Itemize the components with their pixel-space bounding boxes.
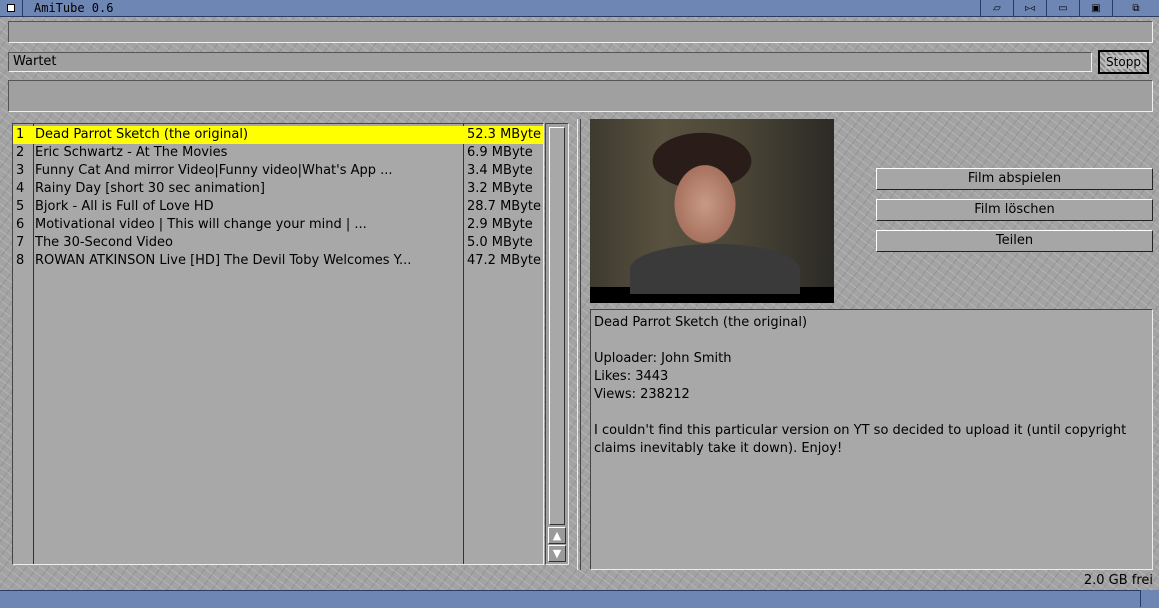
details-views: Views: 238212 bbox=[594, 387, 690, 402]
video-title: Eric Schwartz - At The Movies bbox=[35, 145, 228, 160]
video-number: 4 bbox=[16, 181, 25, 196]
delete-button[interactable]: Film löschen bbox=[876, 199, 1153, 221]
window-title: AmiTube 0.6 bbox=[34, 1, 114, 15]
video-size: 5.0 MByte bbox=[467, 235, 533, 250]
video-row-selected[interactable]: 1 Dead Parrot Sketch (the original) 52.3… bbox=[13, 126, 543, 144]
video-number: 5 bbox=[16, 199, 25, 214]
video-title: Motivational video | This will change yo… bbox=[35, 217, 367, 232]
video-title: Bjork - All is Full of Love HD bbox=[35, 199, 214, 214]
video-number: 6 bbox=[16, 217, 25, 232]
details-uploader: Uploader: John Smith bbox=[594, 351, 732, 366]
video-size: 6.9 MByte bbox=[467, 145, 533, 160]
video-row[interactable]: 4 Rainy Day [short 30 sec animation] 3.2… bbox=[13, 180, 543, 198]
video-row[interactable]: 5 Bjork - All is Full of Love HD 28.7 MB… bbox=[13, 198, 543, 216]
video-list[interactable]: 1 Dead Parrot Sketch (the original) 52.3… bbox=[12, 123, 544, 565]
video-title: ROWAN ATKINSON Live [HD] The Devil Toby … bbox=[35, 253, 412, 268]
window-titlebar[interactable]: AmiTube 0.6 ▱ ▹◃ ▭ ▣ ⧉ bbox=[0, 0, 1159, 17]
video-title: The 30-Second Video bbox=[35, 235, 173, 250]
resize-icon[interactable] bbox=[1140, 590, 1159, 607]
progress-bar bbox=[8, 80, 1153, 112]
details-likes: Likes: 3443 bbox=[594, 369, 669, 384]
share-button[interactable]: Teilen bbox=[876, 230, 1153, 252]
depth-icon[interactable]: ⧉ bbox=[1112, 0, 1159, 16]
video-number: 7 bbox=[16, 235, 25, 250]
video-title: Dead Parrot Sketch (the original) bbox=[35, 127, 249, 142]
scroll-up-icon[interactable]: ▲ bbox=[548, 527, 566, 544]
url-input[interactable] bbox=[8, 21, 1153, 43]
video-thumbnail bbox=[590, 119, 834, 303]
video-title: Funny Cat And mirror Video|Funny video|W… bbox=[35, 163, 393, 178]
zoom-icon[interactable]: ▭ bbox=[1046, 0, 1079, 16]
video-row[interactable]: 7 The 30-Second Video 5.0 MByte bbox=[13, 234, 543, 252]
iconify-icon[interactable]: ▹◃ bbox=[1013, 0, 1046, 16]
stop-button-label: Stopp bbox=[1105, 55, 1142, 69]
video-size: 3.2 MByte bbox=[467, 181, 533, 196]
video-size: 52.3 MByte bbox=[467, 127, 542, 142]
video-number: 1 bbox=[16, 127, 25, 142]
video-title: Rainy Day [short 30 sec animation] bbox=[35, 181, 265, 196]
video-number: 8 bbox=[16, 253, 25, 268]
details-description: I couldn't find this particular version … bbox=[594, 423, 1127, 456]
scroll-down-icon[interactable]: ▼ bbox=[548, 545, 566, 562]
free-space-label: 2.0 GB frei bbox=[1083, 573, 1153, 588]
thumbnail-image-detail bbox=[630, 244, 800, 294]
status-field: Wartet bbox=[8, 52, 1092, 72]
status-text: Wartet bbox=[13, 54, 57, 69]
play-button[interactable]: Film abspielen bbox=[876, 168, 1153, 190]
window-bottom-border bbox=[0, 590, 1159, 608]
video-row[interactable]: 6 Motivational video | This will change … bbox=[13, 216, 543, 234]
video-size: 28.7 MByte bbox=[467, 199, 542, 214]
stop-button[interactable]: Stopp bbox=[1098, 50, 1149, 74]
details-title: Dead Parrot Sketch (the original) bbox=[594, 315, 808, 330]
panel-divider[interactable] bbox=[577, 119, 581, 570]
close-gadget-icon[interactable] bbox=[0, 0, 23, 16]
video-row[interactable]: 2 Eric Schwartz - At The Movies 6.9 MByt… bbox=[13, 144, 543, 162]
video-row[interactable]: 8 ROWAN ATKINSON Live [HD] The Devil Tob… bbox=[13, 252, 543, 270]
video-size: 47.2 MByte bbox=[467, 253, 542, 268]
fullscreen-icon[interactable]: ▣ bbox=[1079, 0, 1112, 16]
snapshot-icon[interactable]: ▱ bbox=[980, 0, 1013, 16]
video-number: 2 bbox=[16, 145, 25, 160]
video-number: 3 bbox=[16, 163, 25, 178]
video-details: Dead Parrot Sketch (the original) Upload… bbox=[590, 309, 1153, 570]
video-size: 3.4 MByte bbox=[467, 163, 533, 178]
scrollbar-knob[interactable] bbox=[549, 127, 565, 525]
list-scrollbar[interactable]: ▲ ▼ bbox=[545, 123, 569, 565]
video-row[interactable]: 3 Funny Cat And mirror Video|Funny video… bbox=[13, 162, 543, 180]
video-size: 2.9 MByte bbox=[467, 217, 533, 232]
